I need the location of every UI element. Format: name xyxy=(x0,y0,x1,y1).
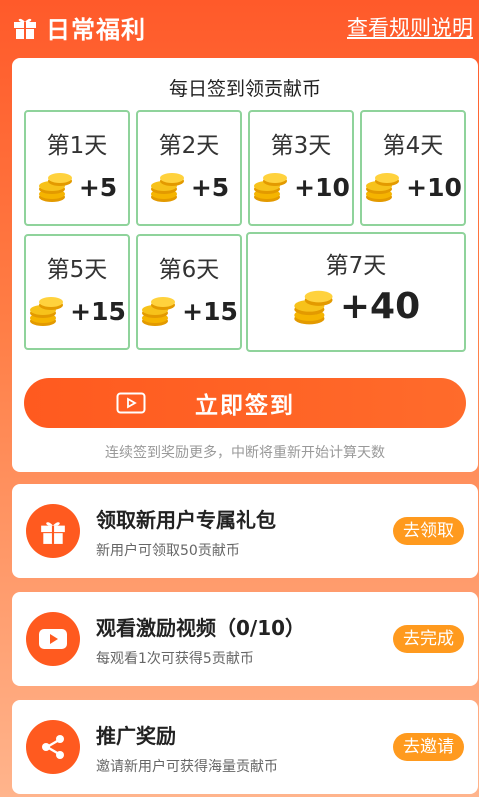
coin-stack-icon xyxy=(38,173,72,202)
coin-stack-icon xyxy=(294,290,333,324)
gift-icon xyxy=(14,18,36,39)
day-reward: +5 xyxy=(138,170,240,204)
reward-amount: +40 xyxy=(339,286,421,327)
signin-button-label: 立即签到 xyxy=(195,393,295,419)
watch-video-button[interactable]: 去完成 xyxy=(393,625,464,653)
reward-amount: +5 xyxy=(190,172,230,202)
day-reward: +15 xyxy=(26,294,128,328)
day-reward: +5 xyxy=(26,170,128,204)
page-title: 日常福利 xyxy=(46,16,146,44)
coin-stack-icon xyxy=(254,173,288,202)
coin-stack-icon xyxy=(142,297,176,326)
share-icon xyxy=(26,720,80,774)
day-2-cell: 第2天 +5 xyxy=(136,110,242,226)
rules-link[interactable]: 查看规则说明 xyxy=(347,12,473,42)
day-1-cell: 第1天 +5 xyxy=(24,110,130,226)
day-reward: +40 xyxy=(248,286,464,327)
coin-stack-icon xyxy=(150,173,184,202)
play-video-icon xyxy=(26,612,80,666)
day-label: 第6天 xyxy=(158,257,220,283)
day-label: 第5天 xyxy=(46,257,108,283)
invite-button[interactable]: 去邀请 xyxy=(393,733,464,761)
reward-amount: +15 xyxy=(182,296,238,326)
day-label: 第4天 xyxy=(382,133,444,159)
task-title: 观看激励视频（0/10） xyxy=(96,616,306,640)
task-desc: 新用户可领取50贡献币 xyxy=(96,543,240,559)
day-7-cell: 第7天 +40 xyxy=(246,232,466,352)
task-desc: 每观看1次可获得5贡献币 xyxy=(96,651,254,667)
day-6-cell: 第6天 +15 xyxy=(136,234,242,350)
day-label: 第3天 xyxy=(270,133,332,159)
day-reward: +10 xyxy=(250,170,352,204)
reward-amount: +5 xyxy=(78,172,118,202)
task-title: 推广奖励 xyxy=(96,724,176,748)
gift-icon xyxy=(26,504,80,558)
task-card-invite: 推广奖励 邀请新用户可获得海量贡献币 去邀请 xyxy=(12,700,478,794)
day-label: 第1天 xyxy=(46,133,108,159)
checkin-title: 每日签到领贡献币 xyxy=(168,78,321,100)
day-label: 第2天 xyxy=(158,133,220,159)
task-title: 领取新用户专属礼包 xyxy=(96,508,276,532)
header: 日常福利 查看规则说明 xyxy=(0,0,479,52)
reward-amount: +15 xyxy=(70,296,126,326)
signin-button[interactable]: 立即签到 xyxy=(24,378,466,428)
task-card-gift: 领取新用户专属礼包 新用户可领取50贡献币 去领取 xyxy=(12,484,478,578)
day-reward: +10 xyxy=(362,170,464,204)
claim-gift-button[interactable]: 去领取 xyxy=(393,517,464,545)
day-3-cell: 第3天 +10 xyxy=(248,110,354,226)
task-card-video: 观看激励视频（0/10） 每观看1次可获得5贡献币 去完成 xyxy=(12,592,478,686)
coin-stack-icon xyxy=(30,297,64,326)
reward-amount: +10 xyxy=(406,172,462,202)
day-reward: +15 xyxy=(138,294,240,328)
day-5-cell: 第5天 +15 xyxy=(24,234,130,350)
day-4-cell: 第4天 +10 xyxy=(360,110,466,226)
reward-amount: +10 xyxy=(294,172,350,202)
task-desc: 邀请新用户可获得海量贡献币 xyxy=(96,759,278,775)
day-label: 第7天 xyxy=(325,253,387,279)
checkin-card: 每日签到领贡献币 第1天 +5 第2天 +5 第3天 +10 第4天 +10 第… xyxy=(12,58,478,472)
coin-stack-icon xyxy=(366,173,400,202)
video-icon xyxy=(116,392,146,414)
checkin-hint: 连续签到奖励更多，中断将重新开始计算天数 xyxy=(105,445,385,461)
